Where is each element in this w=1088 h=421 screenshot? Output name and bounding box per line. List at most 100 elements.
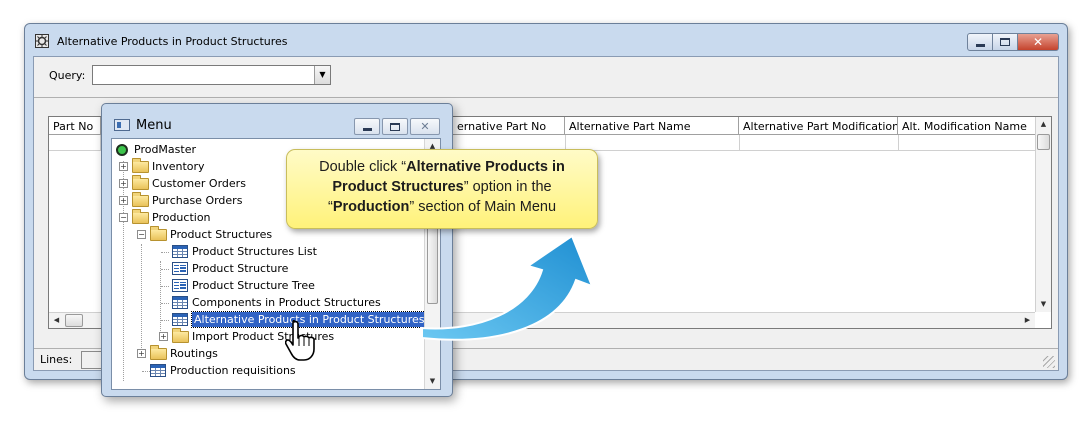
menu-close-button[interactable]: ✕ — [410, 118, 440, 135]
column-header-alt-modification-name[interactable]: Alt. Modification Name — [898, 117, 1029, 135]
folder-icon — [132, 174, 149, 190]
table-view-icon — [172, 296, 188, 309]
tree-node-inventory[interactable]: + Inventory — [119, 157, 205, 175]
menu-window-controls: ✕ — [352, 118, 440, 135]
tree-node-label: Customer Orders — [152, 177, 246, 190]
folder-icon — [150, 344, 167, 360]
title-bar: Alternative Products in Product Structur… — [31, 30, 1061, 52]
scroll-up-icon[interactable]: ▲ — [1036, 117, 1051, 132]
tree-node-product-structures[interactable]: − Product Structures — [137, 225, 273, 243]
tree-line — [161, 252, 169, 253]
tree-node-production-requisitions[interactable]: Production requisitions — [150, 362, 296, 379]
scroll-right-icon[interactable]: ▶ — [1020, 313, 1035, 328]
instruction-callout: Double click “Alternative Products in Pr… — [286, 149, 598, 229]
window-title: Alternative Products in Product Structur… — [57, 35, 288, 48]
expand-plus-icon[interactable]: + — [159, 332, 168, 341]
lines-label: Lines: — [40, 353, 73, 366]
column-header-alternative-part-name[interactable]: Alternative Part Name — [565, 117, 739, 135]
table-view-icon — [172, 313, 188, 326]
tree-node-routings[interactable]: + Routings — [137, 344, 218, 362]
callout-text-prefix: Double click “ — [319, 159, 407, 175]
tree-node-label: Purchase Orders — [152, 194, 243, 207]
tree-line — [161, 320, 169, 321]
resize-grip-icon[interactable] — [1043, 356, 1055, 368]
hand-cursor-icon — [285, 320, 315, 361]
tree-node-label: Product Structures — [170, 228, 273, 241]
tree-line — [142, 371, 150, 372]
folder-icon — [132, 191, 149, 207]
menu-maximize-button[interactable] — [382, 118, 408, 135]
tree-line — [161, 286, 169, 287]
minimize-icon — [362, 127, 372, 131]
tree-line — [123, 161, 124, 381]
tree-line — [141, 244, 142, 358]
query-label: Query: — [49, 69, 86, 82]
scroll-down-icon[interactable]: ▼ — [1036, 297, 1051, 312]
tree-line — [161, 269, 169, 270]
tree-node-label: Product Structure Tree — [192, 279, 315, 292]
tree-node-prodmaster[interactable]: ProdMaster — [116, 141, 196, 158]
divider — [34, 97, 1058, 98]
tree-node-purchase-orders[interactable]: + Purchase Orders — [119, 191, 243, 209]
folder-icon — [132, 157, 149, 173]
column-header-alternative-part-no[interactable]: ernative Part No — [453, 117, 565, 135]
open-folder-icon — [150, 225, 167, 241]
query-dropdown[interactable]: ▼ — [92, 65, 331, 85]
tree-node-product-structure-tree[interactable]: Product Structure Tree — [172, 277, 315, 294]
tree-node-production[interactable]: − Production — [119, 208, 211, 226]
tree-node-components[interactable]: Components in Product Structures — [172, 294, 381, 311]
table-cell[interactable] — [898, 135, 899, 151]
expand-plus-icon[interactable]: + — [137, 349, 146, 358]
tree-node-label: Production — [152, 211, 211, 224]
prodmaster-root-icon — [116, 143, 128, 156]
callout-text-suffix: ” section of Main Menu — [409, 199, 557, 215]
tree-node-product-structure[interactable]: Product Structure — [172, 260, 288, 277]
maximize-icon — [390, 122, 400, 131]
menu-window: Menu ✕ ProdMaster + Inventory + Customer… — [101, 103, 453, 397]
chevron-down-icon[interactable]: ▼ — [314, 66, 330, 84]
close-icon: ✕ — [420, 120, 430, 133]
table-cell[interactable] — [49, 135, 101, 151]
collapse-minus-icon[interactable]: − — [137, 230, 146, 239]
menu-minimize-button[interactable] — [354, 118, 380, 135]
expand-plus-icon[interactable]: + — [119, 179, 128, 188]
tree-node-label: Production requisitions — [170, 364, 296, 377]
column-header-part-no[interactable]: Part No — [49, 117, 101, 135]
table-view-icon — [172, 245, 188, 258]
tree-node-label: Product Structures List — [192, 245, 317, 258]
tree-node-label: Routings — [170, 347, 218, 360]
minimize-icon — [975, 44, 985, 47]
table-cell[interactable] — [739, 135, 740, 151]
minimize-button[interactable] — [967, 33, 993, 51]
tree-node-label: Inventory — [152, 160, 205, 173]
tree-node-customer-orders[interactable]: + Customer Orders — [119, 174, 246, 192]
close-button[interactable]: ✕ — [1017, 33, 1059, 51]
open-folder-icon — [132, 208, 149, 224]
table-view-icon — [150, 364, 166, 377]
collapse-minus-icon[interactable]: − — [119, 213, 128, 222]
menu-window-icon — [114, 119, 130, 131]
tree-node-label: Components in Product Structures — [192, 296, 381, 309]
scroll-thumb[interactable] — [65, 314, 83, 327]
column-header-alternative-part-modification[interactable]: Alternative Part Modification — [739, 117, 898, 135]
curved-arrow-icon — [421, 234, 594, 341]
window-controls: ✕ — [967, 33, 1059, 51]
maximize-button[interactable] — [992, 33, 1018, 51]
menu-window-title: Menu — [136, 118, 172, 133]
vertical-scrollbar[interactable]: ▲ ▼ — [1035, 117, 1051, 312]
close-icon: ✕ — [1032, 35, 1044, 49]
tree-line — [161, 303, 169, 304]
folder-icon — [172, 327, 189, 343]
gear-app-icon — [35, 34, 49, 48]
scroll-left-icon[interactable]: ◀ — [49, 313, 64, 328]
expand-plus-icon[interactable]: + — [119, 196, 128, 205]
tree-node-product-structures-list[interactable]: Product Structures List — [172, 243, 317, 260]
expand-plus-icon[interactable]: + — [119, 162, 128, 171]
callout-bold-section: Production — [332, 199, 410, 215]
scroll-down-icon[interactable]: ▼ — [425, 374, 440, 389]
tree-node-label: Product Structure — [192, 262, 289, 275]
maximize-icon — [1000, 38, 1010, 46]
scroll-thumb[interactable] — [1037, 134, 1050, 150]
tree-node-label: ProdMaster — [134, 143, 196, 156]
form-view-icon — [172, 279, 188, 292]
